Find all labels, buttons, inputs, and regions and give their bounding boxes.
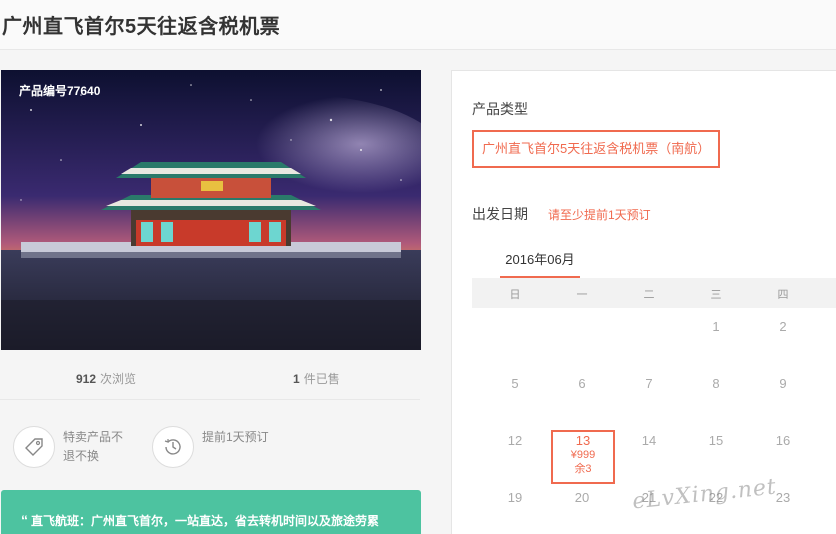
views-stat: 912 次浏览 [76, 370, 136, 387]
selected-day-remaining: 余3 [574, 463, 592, 475]
calendar-day-selected[interactable]: 13 ¥999 余3 [551, 430, 615, 484]
palace-night-photo [1, 70, 421, 350]
month-tab-label: 2016年06月 [505, 252, 575, 267]
calendar-day: 1 [712, 319, 720, 334]
calendar-day: 7 [645, 376, 653, 391]
feature-text: 提前1天预订 [202, 430, 269, 444]
product-type-option[interactable]: 广州直飞首尔5天往返含税机票（南航） [472, 130, 721, 168]
weekday-tue: 二 [643, 289, 655, 301]
promo-message: 直飞航班：广州直飞首尔，一站直达，省去转机时间以及旅途劳累 [31, 514, 380, 528]
feature-text: 特卖产品不退不换 [63, 430, 124, 463]
calendar-day: 15 [708, 433, 724, 448]
tag-icon [13, 426, 55, 468]
product-type-label: 产品类型 [472, 101, 528, 117]
sold-count: 1 [293, 372, 300, 386]
booking-notice: 请至少提前1天预订 [548, 208, 651, 222]
calendar-day: 14 [641, 433, 657, 448]
calendar-day: 20 [574, 490, 590, 505]
views-count: 912 [76, 372, 97, 386]
calendar-weekday-header: 日 一 二 三 四 [472, 278, 836, 308]
calendar-day: 12 [507, 433, 523, 448]
weekday-wed: 三 [710, 289, 722, 301]
weekday-sun: 日 [509, 289, 521, 301]
calendar-day: 5 [511, 376, 519, 391]
month-tab[interactable]: 2016年06月 [500, 250, 580, 283]
quote-icon: “ [21, 512, 28, 528]
calendar-day: 6 [578, 376, 586, 391]
promo-banner: “直飞航班：广州直飞首尔，一站直达，省去转机时间以及旅途劳累 [1, 490, 421, 534]
clock-icon [152, 426, 194, 468]
stats-row: 912 次浏览 1 件已售 [0, 350, 420, 400]
weekday-thu: 四 [777, 289, 789, 301]
hero-image[interactable]: 产品编号77640 [1, 70, 421, 350]
calendar-day: 8 [712, 376, 720, 391]
promo-text: “直飞航班：广州直飞首尔，一站直达，省去转机时间以及旅途劳累 [21, 512, 379, 529]
calendar-day: 16 [775, 433, 791, 448]
product-code: 产品编号77640 [19, 84, 101, 98]
title-bar: 广州直飞首尔5天往返含税机票 [0, 0, 836, 50]
weekday-mon: 一 [576, 289, 588, 301]
selected-day-number: 13 [575, 433, 591, 448]
calendar-day: 19 [507, 490, 523, 505]
booking-panel: 产品类型 广州直飞首尔5天往返含税机票（南航） 出发日期 请至少提前1天预订 2… [451, 70, 836, 534]
departure-date-label: 出发日期 [472, 206, 528, 222]
page-title: 广州直飞首尔5天往返含税机票 [2, 16, 281, 38]
sold-stat: 1 件已售 [293, 370, 340, 387]
views-label: 次浏览 [100, 372, 137, 386]
selected-day-price: ¥999 [570, 449, 596, 461]
feature-list: 特卖产品不退不换 提前1天预订 [0, 401, 420, 481]
product-gallery-column: 产品编号77640 912 次浏览 1 件已售 特卖产品不退不换 提前1天预订 … [0, 50, 438, 534]
sold-label: 件已售 [303, 372, 340, 386]
calendar-day: 2 [779, 319, 787, 334]
calendar-day: 9 [779, 376, 787, 391]
